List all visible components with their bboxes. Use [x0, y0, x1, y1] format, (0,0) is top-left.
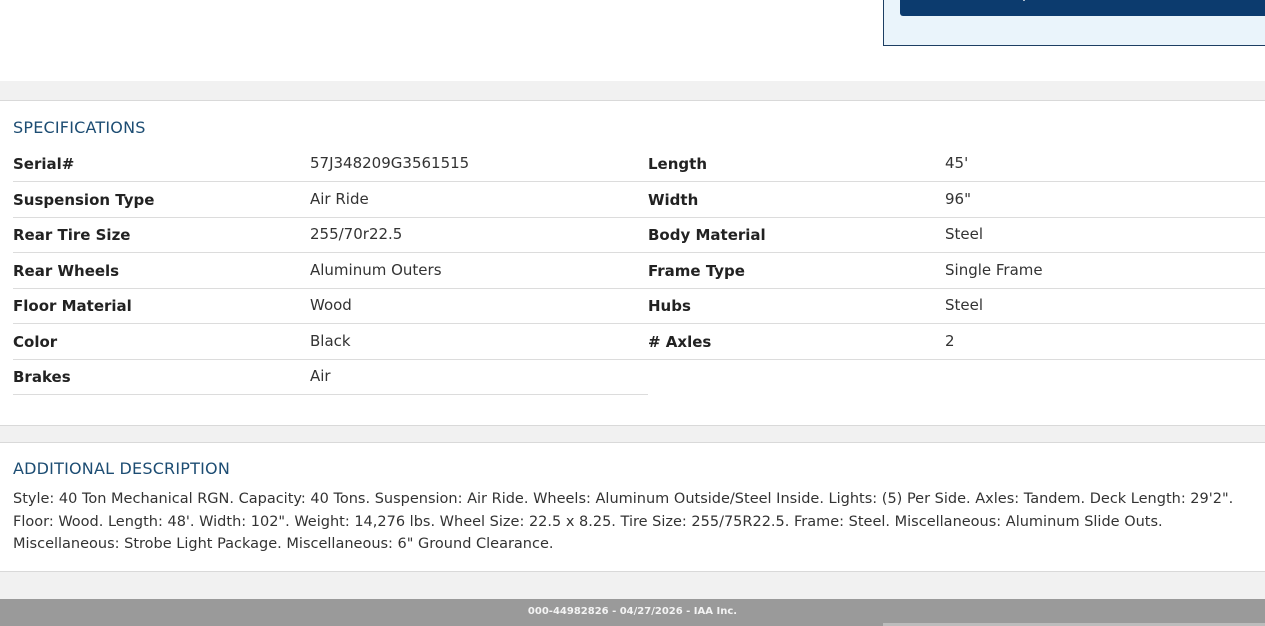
spec-row-floor-material: Floor Material Wood	[13, 288, 648, 324]
spec-label: Color	[13, 333, 58, 351]
section-divider	[0, 81, 1265, 101]
spec-row-suspension-type: Suspension Type Air Ride	[13, 182, 648, 218]
spec-value: 96"	[945, 190, 971, 208]
section-divider	[0, 571, 1265, 600]
section-divider	[0, 425, 1265, 443]
specifications-title: SPECIFICATIONS	[13, 118, 146, 137]
spec-row-serial: Serial# 57J348209G3561515	[13, 146, 648, 182]
spec-value: Single Frame	[945, 261, 1043, 279]
spec-value: Air Ride	[310, 190, 369, 208]
spec-value: Steel	[945, 296, 984, 314]
spec-label: Length	[648, 155, 707, 173]
spec-value: 57J348209G3561515	[310, 154, 470, 172]
spec-value: 255/70r22.5	[310, 225, 403, 243]
spec-row-rear-wheels: Rear Wheels Aluminum Outers	[13, 253, 648, 289]
request-more-information-button[interactable]: Request More Information	[900, 0, 1265, 16]
spec-label: Hubs	[648, 297, 691, 315]
spec-value: Black	[310, 332, 351, 350]
spec-row-body-material: Body Material Steel	[648, 217, 1265, 253]
spec-value: Air	[310, 367, 331, 385]
spec-label: Floor Material	[13, 297, 132, 315]
spec-row-rear-tire-size: Rear Tire Size 255/70r22.5	[13, 217, 648, 253]
spec-label: Width	[648, 191, 699, 209]
spec-row-brakes: Brakes Air	[13, 359, 648, 395]
spec-row-width: Width 96"	[648, 182, 1265, 218]
spec-value: 2	[945, 332, 955, 350]
spec-row-color: Color Black	[13, 324, 648, 360]
spec-label: Brakes	[13, 368, 71, 386]
spec-row-frame-type: Frame Type Single Frame	[648, 253, 1265, 289]
spec-row-hubs: Hubs Steel	[648, 288, 1265, 324]
spec-label: Suspension Type	[13, 191, 155, 209]
additional-description-title: ADDITIONAL DESCRIPTION	[13, 459, 231, 478]
additional-description-text: Style: 40 Ton Mechanical RGN. Capacity: …	[13, 491, 1234, 552]
top-area: Request More Information	[0, 0, 1265, 81]
spec-value: Wood	[310, 296, 352, 314]
spec-label: Rear Wheels	[13, 262, 120, 280]
spec-label: Body Material	[648, 226, 766, 244]
spec-value: Aluminum Outers	[310, 261, 442, 279]
spec-row-axles: # Axles 2	[648, 324, 1265, 360]
request-info-panel: Request More Information	[883, 0, 1265, 46]
spec-label: Frame Type	[648, 262, 745, 280]
spec-value: Steel	[945, 225, 984, 243]
spec-value: 45'	[945, 154, 969, 172]
spec-label: # Axles	[648, 333, 712, 351]
footer-text: 000-44982826 - 04/27/2026 - IAA Inc.	[527, 606, 738, 617]
footer: 000-44982826 - 04/27/2026 - IAA Inc.	[0, 599, 1265, 626]
spec-label: Serial#	[13, 155, 75, 173]
spec-label: Rear Tire Size	[13, 226, 131, 244]
spec-row-length: Length 45'	[648, 146, 1265, 182]
